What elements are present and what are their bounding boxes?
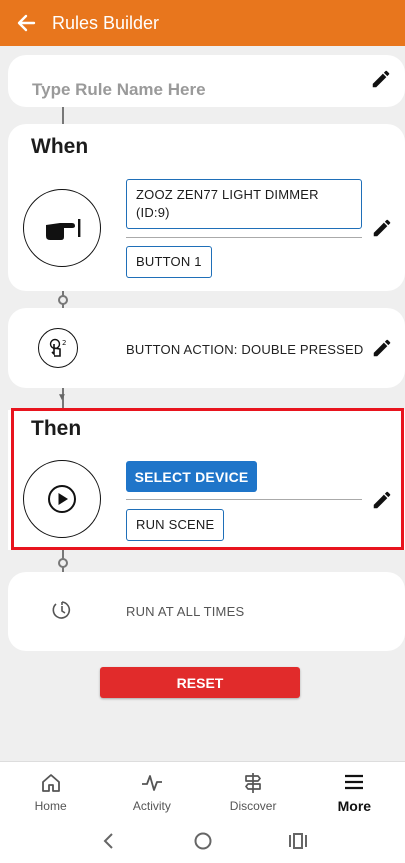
nav-activity[interactable]: Activity — [101, 762, 202, 818]
button-chip[interactable]: BUTTON 1 — [126, 246, 212, 278]
connector-line — [62, 107, 64, 124]
system-back-button[interactable] — [96, 829, 120, 853]
then-highlight-box — [11, 408, 404, 550]
when-title: When — [31, 135, 89, 158]
timer-icon — [52, 601, 71, 619]
connector-arrow-icon: ▼ — [57, 392, 67, 403]
nav-home[interactable]: Home — [0, 762, 101, 818]
system-recents-icon — [288, 832, 307, 849]
schedule-card[interactable]: RUN AT ALL TIMES — [8, 572, 405, 651]
nav-more-label: More — [337, 798, 372, 814]
double-tap-icon: 2 — [49, 338, 66, 357]
back-arrow-icon — [17, 14, 36, 32]
rule-name-placeholder[interactable]: Type Rule Name Here — [32, 80, 206, 100]
system-back-icon — [103, 832, 113, 849]
divider — [126, 237, 362, 238]
reset-button[interactable]: RESET — [100, 667, 300, 698]
connector-dot — [58, 558, 68, 568]
double-tap-icon-circle: 2 — [38, 328, 78, 368]
nav-discover[interactable]: Discover — [203, 762, 304, 818]
edit-when-pencil-icon[interactable] — [371, 217, 393, 239]
nav-more[interactable]: More — [304, 762, 405, 818]
system-home-button[interactable] — [191, 829, 215, 853]
page-title: Rules Builder — [52, 12, 160, 33]
bottom-nav: Home Activity Discover More — [0, 761, 405, 818]
discover-icon — [245, 773, 261, 793]
menu-icon — [345, 774, 364, 790]
button-action-text: BUTTON ACTION: DOUBLE PRESSED — [126, 342, 364, 357]
action-card: 2 BUTTON ACTION: DOUBLE PRESSED — [8, 308, 405, 388]
nav-discover-label: Discover — [229, 799, 277, 813]
hand-press-icon — [46, 219, 81, 240]
back-button[interactable] — [0, 0, 52, 46]
nav-activity-label: Activity — [132, 799, 171, 813]
activity-icon — [141, 775, 162, 791]
connector-dot — [58, 295, 68, 305]
svg-text:2: 2 — [62, 339, 66, 347]
hand-press-icon-circle — [23, 189, 101, 267]
when-card: When ZOOZ ZEN77 LIGHT DIMMER (ID:9) BUTT… — [8, 124, 405, 291]
app-bar: Rules Builder — [0, 0, 405, 46]
nav-home-label: Home — [34, 799, 67, 813]
rule-name-card[interactable]: Type Rule Name Here — [8, 55, 405, 107]
home-icon — [41, 774, 60, 792]
system-recents-button[interactable] — [286, 829, 310, 853]
system-nav-bar — [0, 818, 405, 863]
system-home-icon — [194, 832, 211, 849]
device-chip[interactable]: ZOOZ ZEN77 LIGHT DIMMER (ID:9) — [126, 179, 362, 229]
edit-action-pencil-icon[interactable] — [371, 337, 393, 359]
schedule-text: RUN AT ALL TIMES — [126, 604, 245, 619]
edit-rule-name-pencil-icon[interactable] — [370, 68, 392, 90]
